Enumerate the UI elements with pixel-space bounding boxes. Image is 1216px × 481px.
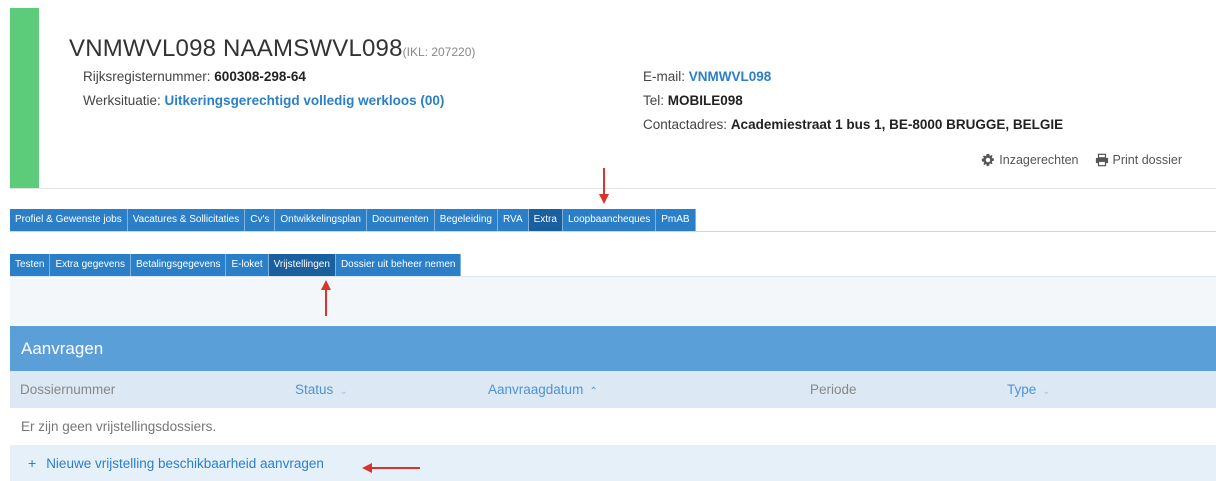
subtab-testen[interactable]: Testen bbox=[10, 254, 51, 276]
rijksregister-line: Rijksregisternummer: 600308-298-64 bbox=[83, 69, 306, 84]
tab-cvs[interactable]: Cv's bbox=[245, 209, 276, 231]
email-line: E-mail: VNMWVL098 bbox=[643, 69, 771, 84]
rijksregister-label: Rijksregisternummer: bbox=[83, 69, 211, 84]
subtab-betalingsgegevens[interactable]: Betalingsgegevens bbox=[130, 254, 227, 276]
header-divider bbox=[10, 188, 1216, 189]
annotation-arrow-up bbox=[321, 280, 331, 316]
inzagerechten-button[interactable]: Inzagerechten bbox=[981, 153, 1079, 167]
subtab-content-strip bbox=[10, 276, 1216, 325]
tab-documenten[interactable]: Documenten bbox=[367, 209, 435, 231]
annotation-arrow-down bbox=[599, 168, 609, 204]
print-dossier-button[interactable]: Print dossier bbox=[1095, 153, 1182, 167]
werksituatie-link[interactable]: Uitkeringsgerechtigd volledig werkloos (… bbox=[165, 93, 445, 108]
status-color-bar bbox=[10, 8, 39, 188]
chevron-up-icon: ⌃ bbox=[589, 386, 598, 397]
tab-extra[interactable]: Extra bbox=[528, 209, 563, 231]
col-status[interactable]: Status ⌄ bbox=[295, 382, 348, 397]
tel-label: Tel: bbox=[643, 93, 665, 108]
chevron-down-icon: ⌄ bbox=[339, 386, 348, 397]
col-dossiernummer: Dossiernummer bbox=[20, 382, 116, 397]
subtab-extra-gegevens[interactable]: Extra gegevens bbox=[50, 254, 131, 276]
col-periode: Periode bbox=[810, 382, 857, 397]
rijksregister-value: 600308-298-64 bbox=[214, 69, 306, 84]
werksituatie-label: Werksituatie: bbox=[83, 93, 161, 108]
print-dossier-label: Print dossier bbox=[1112, 153, 1182, 167]
subtab-dossier-uit-beheer[interactable]: Dossier uit beheer nemen bbox=[335, 254, 462, 276]
tel-value: MOBILE098 bbox=[667, 93, 743, 108]
email-link[interactable]: VNMWVL098 bbox=[689, 69, 772, 84]
main-tab-underline bbox=[10, 231, 1216, 232]
person-name: VNMWVL098 NAAMSWVL098(IKL: 207220) bbox=[69, 35, 475, 63]
contactadres-label: Contactadres: bbox=[643, 117, 728, 132]
tab-begeleiding[interactable]: Begeleiding bbox=[434, 209, 498, 231]
table-header: Dossiernummer Status ⌄ Aanvraagdatum ⌃ Per… bbox=[10, 371, 1216, 408]
col-aanvraagdatum-label: Aanvraagdatum bbox=[488, 382, 584, 397]
header-actions: Inzagerechten Print dossier bbox=[981, 153, 1182, 167]
printer-icon bbox=[1095, 153, 1108, 167]
person-header: VNMWVL098 NAAMSWVL098(IKL: 207220) Rijks… bbox=[10, 8, 1216, 188]
tab-ontwikkelingsplan[interactable]: Ontwikkelingsplan bbox=[275, 209, 367, 231]
chevron-down-icon: ⌄ bbox=[1042, 386, 1051, 397]
add-vrijstelling-label: Nieuwe vrijstelling beschikbaarheid aanv… bbox=[46, 456, 324, 471]
tab-profiel[interactable]: Profiel & Gewenste jobs bbox=[10, 209, 128, 231]
add-vrijstelling-button[interactable]: + Nieuwe vrijstelling beschikbaarheid aan… bbox=[10, 446, 1216, 481]
ikl-number: (IKL: 207220) bbox=[402, 45, 476, 59]
aanvragen-panel: Aanvragen Dossiernummer Status ⌄ Aanvraag… bbox=[10, 326, 1216, 481]
contactadres-line: Contactadres: Academiestraat 1 bus 1, BE… bbox=[643, 117, 1063, 132]
contactadres-value: Academiestraat 1 bus 1, BE-8000 BRUGGE, … bbox=[730, 117, 1064, 132]
inzagerechten-label: Inzagerechten bbox=[999, 153, 1079, 167]
col-aanvraagdatum[interactable]: Aanvraagdatum ⌃ bbox=[488, 382, 598, 397]
main-tab-bar: Profiel & Gewenste jobs Vacatures & Soll… bbox=[10, 209, 696, 231]
subtab-e-loket[interactable]: E-loket bbox=[226, 254, 269, 276]
panel-title: Aanvragen bbox=[10, 326, 1216, 371]
col-status-label: Status bbox=[295, 382, 334, 397]
tel-line: Tel: MOBILE098 bbox=[643, 93, 743, 108]
sub-tab-bar: Testen Extra gegevens Betalingsgegevens … bbox=[10, 254, 462, 276]
empty-message: Er zijn geen vrijstellingsdossiers. bbox=[10, 408, 1216, 446]
plus-icon: + bbox=[28, 455, 37, 471]
tab-loopbaancheques[interactable]: Loopbaancheques bbox=[562, 209, 657, 231]
tab-pmab[interactable]: PmAB bbox=[656, 209, 696, 231]
col-type-label: Type bbox=[1007, 382, 1037, 397]
email-label: E-mail: bbox=[643, 69, 686, 84]
werksituatie-line: Werksituatie: Uitkeringsgerechtigd volle… bbox=[83, 93, 444, 108]
person-name-text: VNMWVL098 NAAMSWVL098 bbox=[69, 35, 403, 62]
annotation-arrow-left bbox=[362, 463, 420, 473]
gear-icon bbox=[981, 153, 995, 167]
col-type[interactable]: Type ⌄ bbox=[1007, 382, 1051, 397]
subtab-vrijstellingen[interactable]: Vrijstellingen bbox=[268, 254, 336, 276]
tab-rva[interactable]: RVA bbox=[497, 209, 529, 231]
tab-vacatures[interactable]: Vacatures & Sollicitaties bbox=[127, 209, 246, 231]
